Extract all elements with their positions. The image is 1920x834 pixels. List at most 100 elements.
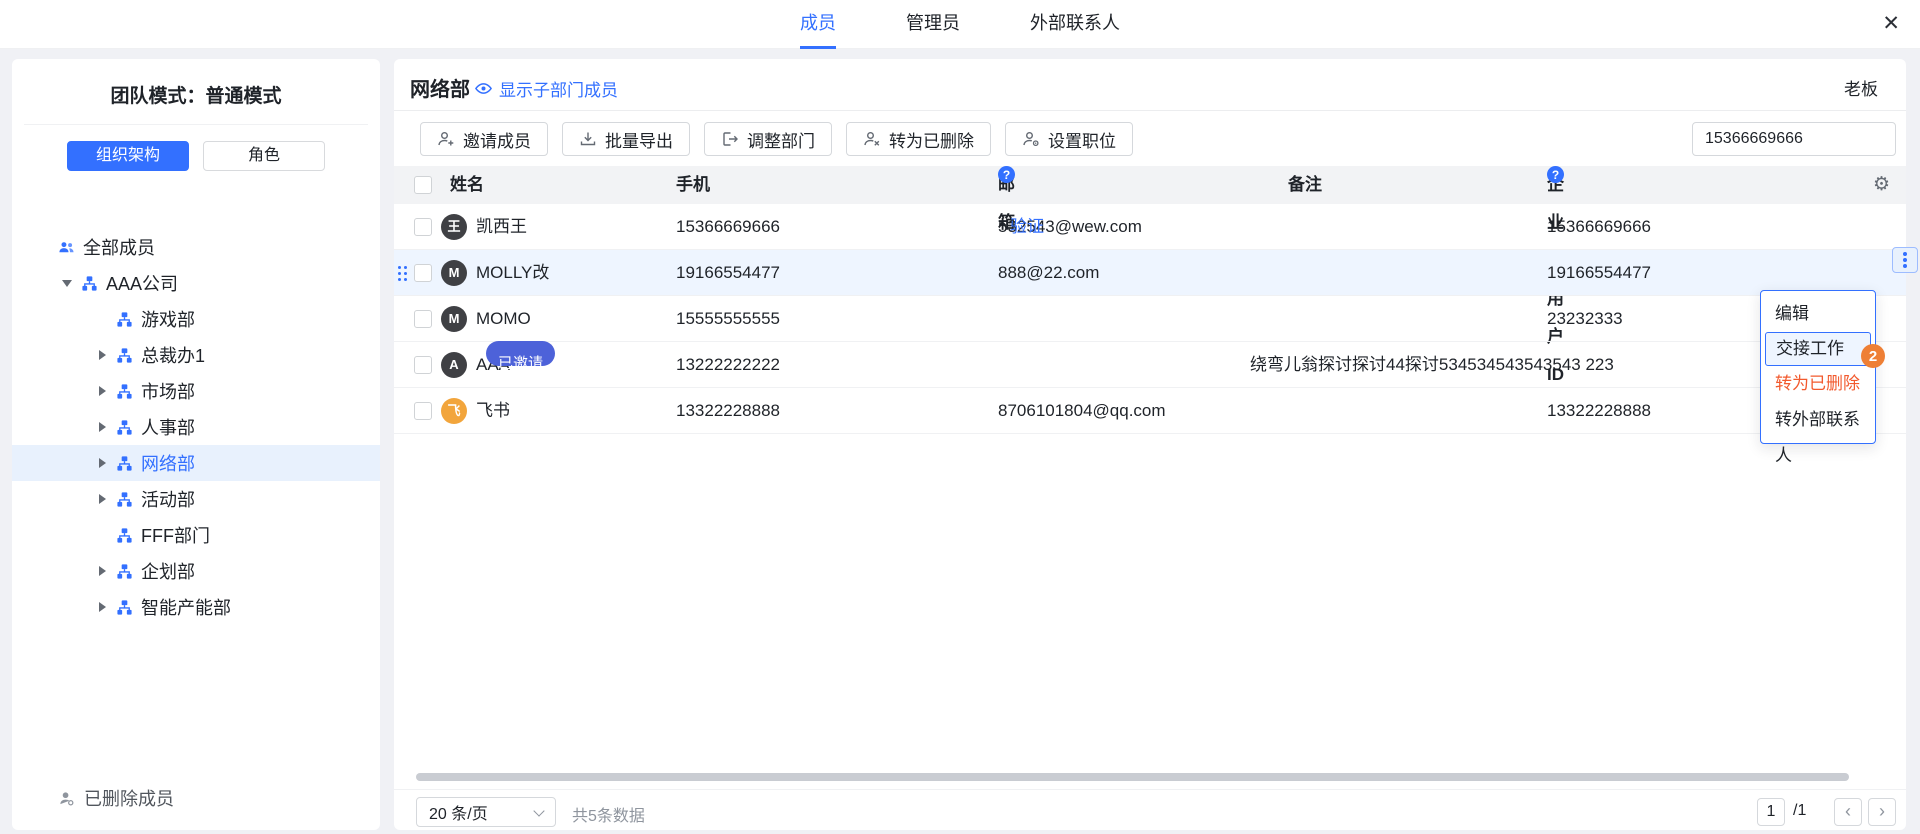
panel-header: 网络部 显示子部门成员 老板 bbox=[394, 59, 1906, 111]
show-sub-members-toggle[interactable]: 显示子部门成员 bbox=[474, 76, 618, 101]
tree-item-dept-smart-capacity[interactable]: 智能产能部 bbox=[12, 589, 380, 625]
download-icon bbox=[579, 130, 597, 148]
prev-page-button[interactable]: ‹ bbox=[1834, 798, 1862, 826]
tree-item-company[interactable]: AAA公司 bbox=[12, 265, 380, 301]
horizontal-scrollbar[interactable] bbox=[416, 773, 1849, 781]
department-icon bbox=[81, 275, 98, 292]
tab-external-contacts[interactable]: 外部联系人 bbox=[1030, 0, 1120, 49]
table-row[interactable]: 王 凯西王 15366669666 532543@wew.com验证 15366… bbox=[394, 204, 1906, 250]
row-checkbox[interactable] bbox=[414, 264, 432, 282]
member-phone: 19166554477 bbox=[676, 250, 780, 296]
caret-right-icon[interactable] bbox=[96, 602, 108, 612]
caret-right-icon[interactable] bbox=[96, 350, 108, 360]
invited-status-badge: 已邀请 bbox=[486, 341, 555, 366]
row-checkbox[interactable] bbox=[414, 356, 432, 374]
member-name: 凯西王 bbox=[476, 204, 527, 250]
tab-admins[interactable]: 管理员 bbox=[906, 0, 960, 49]
menu-item-to-deleted[interactable]: 转为已删除 bbox=[1761, 366, 1875, 402]
org-structure-button[interactable]: 组织架构 bbox=[67, 141, 189, 171]
drag-handle-icon[interactable] bbox=[398, 266, 407, 281]
pagination-bar: 20 条/页 共5条数据 1 /1 ‹ › bbox=[394, 789, 1906, 830]
help-icon[interactable]: ? bbox=[1547, 166, 1564, 183]
total-pages-label: /1 bbox=[1793, 802, 1806, 820]
deleted-members-entry[interactable]: 已删除成员 bbox=[12, 780, 380, 816]
tab-members[interactable]: 成员 bbox=[800, 0, 836, 49]
member-phone: 13222222222 bbox=[676, 342, 780, 388]
adjust-department-button[interactable]: 调整部门 bbox=[704, 122, 832, 156]
row-actions-context-menu: 编辑 交接工作 转为已删除 转外部联系人 bbox=[1760, 290, 1876, 444]
row-checkbox[interactable] bbox=[414, 218, 432, 236]
table-row[interactable]: M MOMO 15555555555 23232333 bbox=[394, 296, 1906, 342]
menu-item-to-external-contact[interactable]: 转外部联系人 bbox=[1761, 402, 1875, 438]
caret-right-icon[interactable] bbox=[96, 566, 108, 576]
tree-item-label: 全部成员 bbox=[83, 234, 155, 260]
member-name: MOMO bbox=[476, 296, 531, 342]
menu-item-edit[interactable]: 编辑 bbox=[1761, 296, 1875, 332]
tree-item-dept-events[interactable]: 活动部 bbox=[12, 481, 380, 517]
table-header: 姓名 手机 邮箱? 备注 企业内用户ID? ⚙ bbox=[394, 166, 1906, 204]
batch-export-button[interactable]: 批量导出 bbox=[562, 122, 690, 156]
caret-right-icon[interactable] bbox=[96, 386, 108, 396]
table-row[interactable]: 飞 飞书 13322228888 8706101804@qq.com 13322… bbox=[394, 388, 1906, 434]
row-checkbox[interactable] bbox=[414, 310, 432, 328]
table-row[interactable]: A AAA已邀请 13222222222 绕弯儿翁探讨探讨44探讨5345345… bbox=[394, 342, 1906, 388]
member-phone: 13322228888 bbox=[676, 388, 780, 434]
org-sidebar: 团队模式：普通模式 组织架构 角色 全部成员 AAA公司 游戏部 总裁办1 市场… bbox=[12, 59, 380, 830]
member-user-id: 23232333 bbox=[1547, 296, 1623, 342]
people-group-icon bbox=[58, 239, 75, 256]
tree-item-dept-ceo-office[interactable]: 总裁办1 bbox=[12, 337, 380, 373]
menu-item-handover-work[interactable]: 交接工作 bbox=[1765, 332, 1871, 366]
move-out-icon bbox=[721, 130, 739, 148]
person-plus-icon bbox=[437, 130, 455, 148]
invite-member-label: 邀请成员 bbox=[463, 127, 531, 152]
tree-item-dept-hr[interactable]: 人事部 bbox=[12, 409, 380, 445]
member-search bbox=[1692, 122, 1896, 156]
tree-item-dept-marketing[interactable]: 市场部 bbox=[12, 373, 380, 409]
eye-icon bbox=[474, 79, 493, 98]
divider bbox=[24, 124, 368, 125]
invite-member-button[interactable]: 邀请成员 bbox=[420, 122, 548, 156]
member-name: MOLLY改 bbox=[476, 250, 549, 296]
header-phone: 手机 bbox=[676, 166, 710, 204]
help-icon[interactable]: ? bbox=[998, 166, 1015, 183]
department-icon bbox=[116, 383, 133, 400]
tree-item-all-members[interactable]: 全部成员 bbox=[12, 229, 380, 265]
close-icon[interactable]: ✕ bbox=[1882, 12, 1900, 36]
tree-item-label: 网络部 bbox=[141, 450, 195, 476]
tree-item-label: 总裁办1 bbox=[141, 342, 205, 368]
tree-item-dept-games[interactable]: 游戏部 bbox=[12, 301, 380, 337]
member-user-id: 13322228888 bbox=[1547, 388, 1651, 434]
members-panel: 网络部 显示子部门成员 老板 邀请成员 批量导出 调整部门 转为已删除 设置职位 bbox=[394, 59, 1906, 830]
set-position-button[interactable]: 设置职位 bbox=[1005, 122, 1133, 156]
department-title: 网络部 bbox=[410, 73, 470, 102]
tree-item-dept-fff[interactable]: FFF部门 bbox=[12, 517, 380, 553]
toolbar: 邀请成员 批量导出 调整部门 转为已删除 设置职位 bbox=[420, 122, 1133, 156]
caret-right-icon[interactable] bbox=[96, 494, 108, 504]
row-checkbox[interactable] bbox=[414, 402, 432, 420]
adjust-department-label: 调整部门 bbox=[747, 127, 815, 152]
roles-button[interactable]: 角色 bbox=[203, 141, 325, 171]
current-page-input[interactable]: 1 bbox=[1757, 798, 1785, 826]
caret-right-icon[interactable] bbox=[96, 458, 108, 468]
show-sub-members-label: 显示子部门成员 bbox=[499, 76, 618, 101]
member-user-id: 15366669666 bbox=[1547, 204, 1651, 250]
to-deleted-button[interactable]: 转为已删除 bbox=[846, 122, 991, 156]
top-tabs: 成员 管理员 外部联系人 bbox=[800, 0, 1120, 49]
column-settings-gear-icon[interactable]: ⚙ bbox=[1873, 166, 1890, 204]
caret-down-icon[interactable] bbox=[61, 280, 73, 287]
next-page-button[interactable]: › bbox=[1868, 798, 1896, 826]
tree-item-dept-network[interactable]: 网络部 bbox=[12, 445, 380, 481]
caret-right-icon[interactable] bbox=[96, 422, 108, 432]
table-row-highlighted[interactable]: M MOLLY改 19166554477 888@22.com 19166554… bbox=[394, 250, 1906, 296]
row-more-actions-button[interactable] bbox=[1892, 247, 1918, 273]
page-size-select[interactable]: 20 条/页 bbox=[416, 797, 556, 827]
tree-item-label: AAA公司 bbox=[106, 270, 178, 296]
select-all-checkbox[interactable] bbox=[414, 176, 432, 194]
set-position-label: 设置职位 bbox=[1048, 127, 1116, 152]
tree-item-dept-planning[interactable]: 企划部 bbox=[12, 553, 380, 589]
avatar: M bbox=[441, 306, 467, 332]
verify-email-link[interactable]: 验证 bbox=[1010, 204, 1044, 250]
search-input[interactable] bbox=[1693, 130, 1920, 148]
chevron-down-icon bbox=[533, 805, 544, 816]
tree-item-label: 智能产能部 bbox=[141, 594, 231, 620]
